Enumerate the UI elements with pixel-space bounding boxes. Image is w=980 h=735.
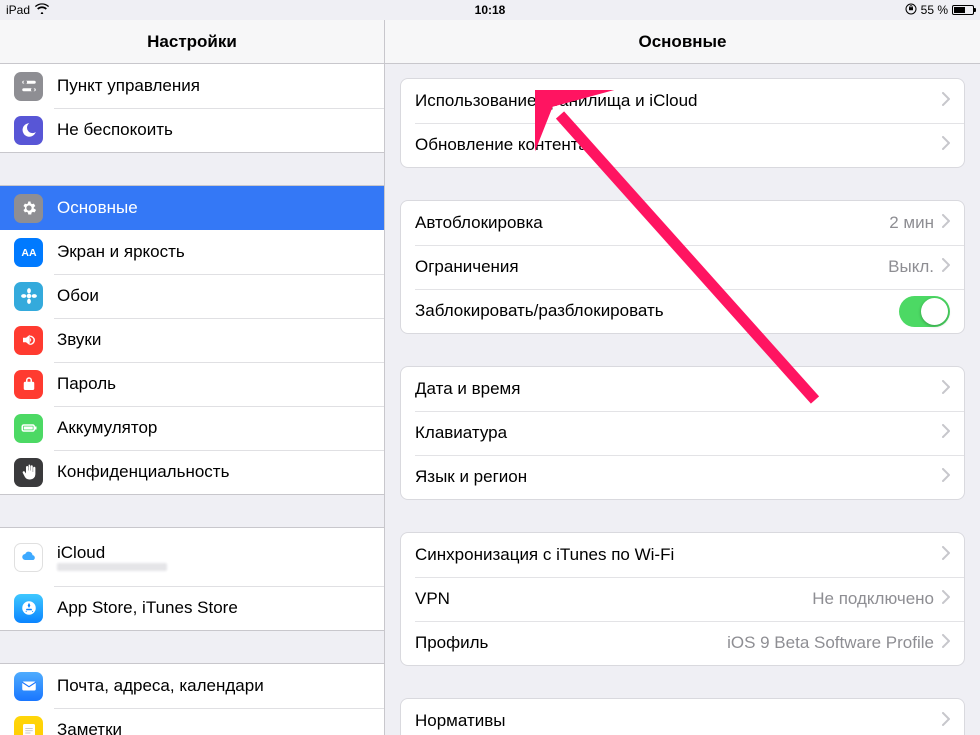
detail-row-label: Язык и регион xyxy=(415,467,942,487)
detail-title: Основные xyxy=(638,32,726,52)
sidebar-item-notes[interactable]: Заметки xyxy=(0,708,384,735)
chevron-right-icon xyxy=(942,380,950,399)
detail-row-value: iOS 9 Beta Software Profile xyxy=(727,633,934,653)
detail-row-value: Выкл. xyxy=(888,257,934,277)
sidebar-item-label: Аккумулятор xyxy=(57,418,157,438)
sidebar-item-privacy[interactable]: Конфиденциальность xyxy=(0,450,384,494)
sidebar-item-label: Пароль xyxy=(57,374,116,394)
detail-row[interactable]: Автоблокировка2 мин xyxy=(401,201,964,245)
detail-row[interactable]: Нормативы xyxy=(401,699,964,735)
sidebar-item-wallpaper[interactable]: Обои xyxy=(0,274,384,318)
detail-row[interactable]: ПрофильiOS 9 Beta Software Profile xyxy=(401,621,964,665)
detail-row-label: Использование хранилища и iCloud xyxy=(415,91,942,111)
sidebar-item-label: Пункт управления xyxy=(57,76,200,96)
detail-row-label: VPN xyxy=(415,589,812,609)
sidebar-nav: Настройки xyxy=(0,20,384,64)
sidebar-item-label: Не беспокоить xyxy=(57,120,173,140)
detail-row[interactable]: Клавиатура xyxy=(401,411,964,455)
sidebar-item-label: Основные xyxy=(57,198,138,218)
orientation-lock-icon xyxy=(905,3,917,18)
clock: 10:18 xyxy=(475,3,506,17)
switches-icon xyxy=(14,72,43,101)
chevron-right-icon xyxy=(942,424,950,443)
wifi-icon xyxy=(35,3,49,17)
detail-row[interactable]: Синхронизация с iTunes по Wi-Fi xyxy=(401,533,964,577)
sidebar-item-passcode[interactable]: Пароль xyxy=(0,362,384,406)
status-bar: iPad 10:18 55 % xyxy=(0,0,980,20)
detail-row-label: Автоблокировка xyxy=(415,213,889,233)
detail-row-value: 2 мин xyxy=(889,213,934,233)
chevron-right-icon xyxy=(942,590,950,609)
settings-sidebar: Настройки Пункт управления Не беспокоить О… xyxy=(0,20,385,735)
sidebar-item-appstore[interactable]: App Store, iTunes Store xyxy=(0,586,384,630)
detail-row-label: Дата и время xyxy=(415,379,942,399)
detail-row[interactable]: Обновление контента xyxy=(401,123,964,167)
sidebar-item-mail[interactable]: Почта, адреса, календари xyxy=(0,664,384,708)
sidebar-item-label: App Store, iTunes Store xyxy=(57,598,238,618)
gear-icon xyxy=(14,194,43,223)
sidebar-item-display[interactable]: Экран и яркость xyxy=(0,230,384,274)
detail-row[interactable]: ОграниченияВыкл. xyxy=(401,245,964,289)
detail-row-label: Клавиатура xyxy=(415,423,942,443)
sidebar-item-dnd[interactable]: Не беспокоить xyxy=(0,108,384,152)
chevron-right-icon xyxy=(942,136,950,155)
detail-row-label: Профиль xyxy=(415,633,727,653)
chevron-right-icon xyxy=(942,214,950,233)
detail-pane: Основные Использование хранилища и iClou… xyxy=(385,20,980,735)
chevron-right-icon xyxy=(942,712,950,731)
sidebar-item-icloud[interactable]: iCloud xyxy=(0,528,384,586)
detail-nav: Основные xyxy=(385,20,980,64)
sidebar-item-label: Заметки xyxy=(57,720,122,735)
detail-row-label: Заблокировать/разблокировать xyxy=(415,301,899,321)
lock-icon xyxy=(14,370,43,399)
icloud-account-subtitle xyxy=(57,563,167,571)
sidebar-item-label: Почта, адреса, календари xyxy=(57,676,264,696)
chevron-right-icon xyxy=(942,546,950,565)
speaker-icon xyxy=(14,326,43,355)
detail-row[interactable]: Язык и регион xyxy=(401,455,964,499)
battery-icon xyxy=(14,414,43,443)
detail-row-value: Не подключено xyxy=(812,589,934,609)
notes-icon xyxy=(14,716,43,735)
sidebar-item-label: Экран и яркость xyxy=(57,242,185,262)
detail-row-label: Нормативы xyxy=(415,711,942,731)
detail-row-label: Обновление контента xyxy=(415,135,942,155)
sidebar-item-label: Звуки xyxy=(57,330,101,350)
sidebar-item-general[interactable]: Основные xyxy=(0,186,384,230)
chevron-right-icon xyxy=(942,92,950,111)
moon-icon xyxy=(14,116,43,145)
sidebar-item-sounds[interactable]: Звуки xyxy=(0,318,384,362)
chevron-right-icon xyxy=(942,634,950,653)
device-label: iPad xyxy=(6,3,30,17)
detail-row[interactable]: Использование хранилища и iCloud xyxy=(401,79,964,123)
sidebar-item-label: Обои xyxy=(57,286,99,306)
sidebar-item-battery[interactable]: Аккумулятор xyxy=(0,406,384,450)
chevron-right-icon xyxy=(942,468,950,487)
detail-row-label: Синхронизация с iTunes по Wi-Fi xyxy=(415,545,942,565)
aa-icon xyxy=(14,238,43,267)
detail-row-label: Ограничения xyxy=(415,257,888,277)
mail-icon xyxy=(14,672,43,701)
battery-percent: 55 % xyxy=(921,3,948,17)
sidebar-item-label: iCloud xyxy=(57,543,167,563)
toggle-switch[interactable] xyxy=(899,296,950,327)
sidebar-item-label: Конфиденциальность xyxy=(57,462,229,482)
detail-row[interactable]: Заблокировать/разблокировать xyxy=(401,289,964,333)
hand-icon xyxy=(14,458,43,487)
appstore-icon xyxy=(14,594,43,623)
sidebar-title: Настройки xyxy=(147,32,237,52)
chevron-right-icon xyxy=(942,258,950,277)
battery-icon xyxy=(952,5,974,15)
cloud-icon xyxy=(14,543,43,572)
detail-row[interactable]: Дата и время xyxy=(401,367,964,411)
flower-icon xyxy=(14,282,43,311)
detail-row[interactable]: VPNНе подключено xyxy=(401,577,964,621)
sidebar-item-control-center[interactable]: Пункт управления xyxy=(0,64,384,108)
